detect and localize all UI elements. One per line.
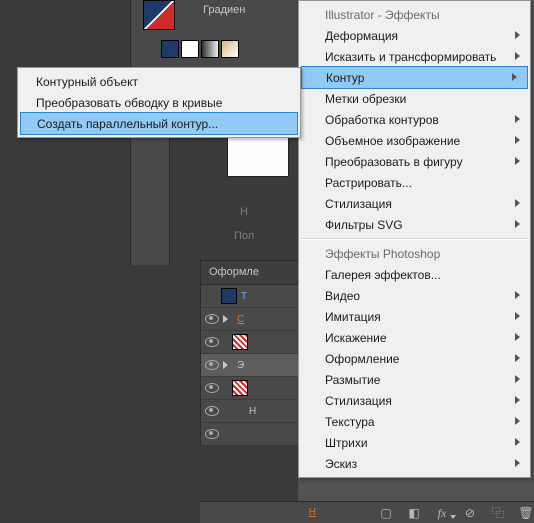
path-submenu: Контурный объект Преобразовать обводку в…: [17, 67, 301, 138]
duplicate-icon[interactable]: ⿻: [490, 506, 506, 520]
appearance-row[interactable]: Э: [201, 354, 299, 377]
preview-dim-label: Н: [240, 206, 248, 218]
appearance-row[interactable]: Н: [201, 400, 299, 423]
eye-icon[interactable]: [205, 314, 219, 324]
gradient-label: Градиен: [203, 4, 245, 16]
row-label: Т: [241, 291, 247, 302]
appearance-row[interactable]: [201, 377, 299, 400]
chevron-right-icon: [515, 333, 520, 341]
chevron-right-icon: [515, 459, 520, 467]
eye-icon[interactable]: [205, 429, 219, 439]
gradient-swatch-2[interactable]: [221, 40, 239, 58]
menu-item-warp[interactable]: Деформация: [299, 25, 530, 46]
chevron-right-icon: [515, 157, 520, 165]
panel-footer: Н ▢ ◧ fx ⊘ ⿻ 🗑: [200, 501, 534, 523]
menu-item-distort2[interactable]: Искажение: [299, 327, 530, 348]
menu-item-crop-marks[interactable]: Метки обрезки: [299, 88, 530, 109]
footer-link[interactable]: Н: [309, 507, 316, 518]
eye-icon[interactable]: [205, 337, 219, 347]
menu-item-brush-strokes[interactable]: Оформление: [299, 348, 530, 369]
menu-item-rasterize[interactable]: Растрировать...: [299, 172, 530, 193]
eye-icon[interactable]: [205, 406, 219, 416]
chevron-right-icon: [515, 312, 520, 320]
chevron-right-icon: [223, 315, 233, 323]
chevron-right-icon: [512, 73, 517, 81]
menu-item-distort-transform[interactable]: Исказить и трансформировать: [299, 46, 530, 67]
appearance-row[interactable]: Т: [201, 285, 299, 308]
chevron-right-icon: [515, 396, 520, 404]
appearance-list: Т С Э Н: [200, 284, 299, 446]
menu-item-sketch[interactable]: Эскиз: [299, 453, 530, 474]
menu-section-photoshop: Эффекты Photoshop: [299, 243, 530, 264]
menu-item-stylize2[interactable]: Стилизация: [299, 390, 530, 411]
preview-pts-label: Пол: [234, 230, 254, 242]
submenu-outline-object[interactable]: Контурный объект: [18, 71, 300, 92]
chevron-right-icon: [515, 136, 520, 144]
chevron-right-icon: [515, 115, 520, 123]
menu-item-svg-filters[interactable]: Фильтры SVG: [299, 214, 530, 235]
menu-item-convert-to-shape[interactable]: Преобразовать в фигуру: [299, 151, 530, 172]
menu-item-strokes[interactable]: Штрихи: [299, 432, 530, 453]
fill-stroke-swatch[interactable]: [143, 0, 175, 30]
effects-menu: Illustrator - Эффекты Деформация Исказит…: [298, 0, 531, 478]
menu-item-blur[interactable]: Размытие: [299, 369, 530, 390]
menu-item-pathfinder[interactable]: Обработка контуров: [299, 109, 530, 130]
color-swatch[interactable]: [161, 40, 179, 58]
appearance-row[interactable]: [201, 331, 299, 354]
clear-icon[interactable]: ⊘: [462, 506, 478, 520]
appearance-row[interactable]: С: [201, 308, 299, 331]
box-icon[interactable]: ▢: [378, 506, 394, 520]
eye-icon[interactable]: [205, 360, 219, 370]
appearance-row[interactable]: [201, 423, 299, 446]
menu-item-artistic[interactable]: Имитация: [299, 306, 530, 327]
menu-item-3d[interactable]: Объемное изображение: [299, 130, 530, 151]
stroke-icon[interactable]: ◧: [406, 506, 422, 520]
row-label: Н: [249, 406, 256, 417]
chevron-right-icon: [515, 220, 520, 228]
submenu-offset-path[interactable]: Создать параллельный контур...: [20, 112, 298, 135]
fx-icon[interactable]: fx: [434, 506, 450, 520]
trash-icon[interactable]: 🗑: [518, 506, 534, 520]
eye-icon[interactable]: [205, 383, 219, 393]
row-label: Э: [237, 360, 244, 371]
gradient-swatch[interactable]: [201, 40, 219, 58]
menu-item-stylize[interactable]: Стилизация: [299, 193, 530, 214]
chevron-right-icon: [515, 375, 520, 383]
row-label: С: [237, 314, 244, 325]
menu-item-video[interactable]: Видео: [299, 285, 530, 306]
menu-separator: [301, 238, 528, 240]
chevron-right-icon: [515, 199, 520, 207]
submenu-outline-stroke[interactable]: Преобразовать обводку в кривые: [18, 92, 300, 113]
menu-item-texture[interactable]: Текстура: [299, 411, 530, 432]
chevron-right-icon: [515, 438, 520, 446]
chevron-right-icon: [515, 52, 520, 60]
menu-item-effect-gallery[interactable]: Галерея эффектов...: [299, 264, 530, 285]
swatch-panel: Градиен: [130, 0, 299, 71]
chevron-right-icon: [223, 361, 233, 369]
menu-item-path[interactable]: Контур: [301, 66, 528, 89]
chevron-right-icon: [515, 354, 520, 362]
chevron-right-icon: [515, 31, 520, 39]
appearance-panel-title[interactable]: Оформле: [200, 260, 298, 284]
chevron-right-icon: [515, 417, 520, 425]
white-swatch[interactable]: [181, 40, 199, 58]
menu-section-illustrator: Illustrator - Эффекты: [299, 4, 530, 25]
chevron-right-icon: [515, 291, 520, 299]
